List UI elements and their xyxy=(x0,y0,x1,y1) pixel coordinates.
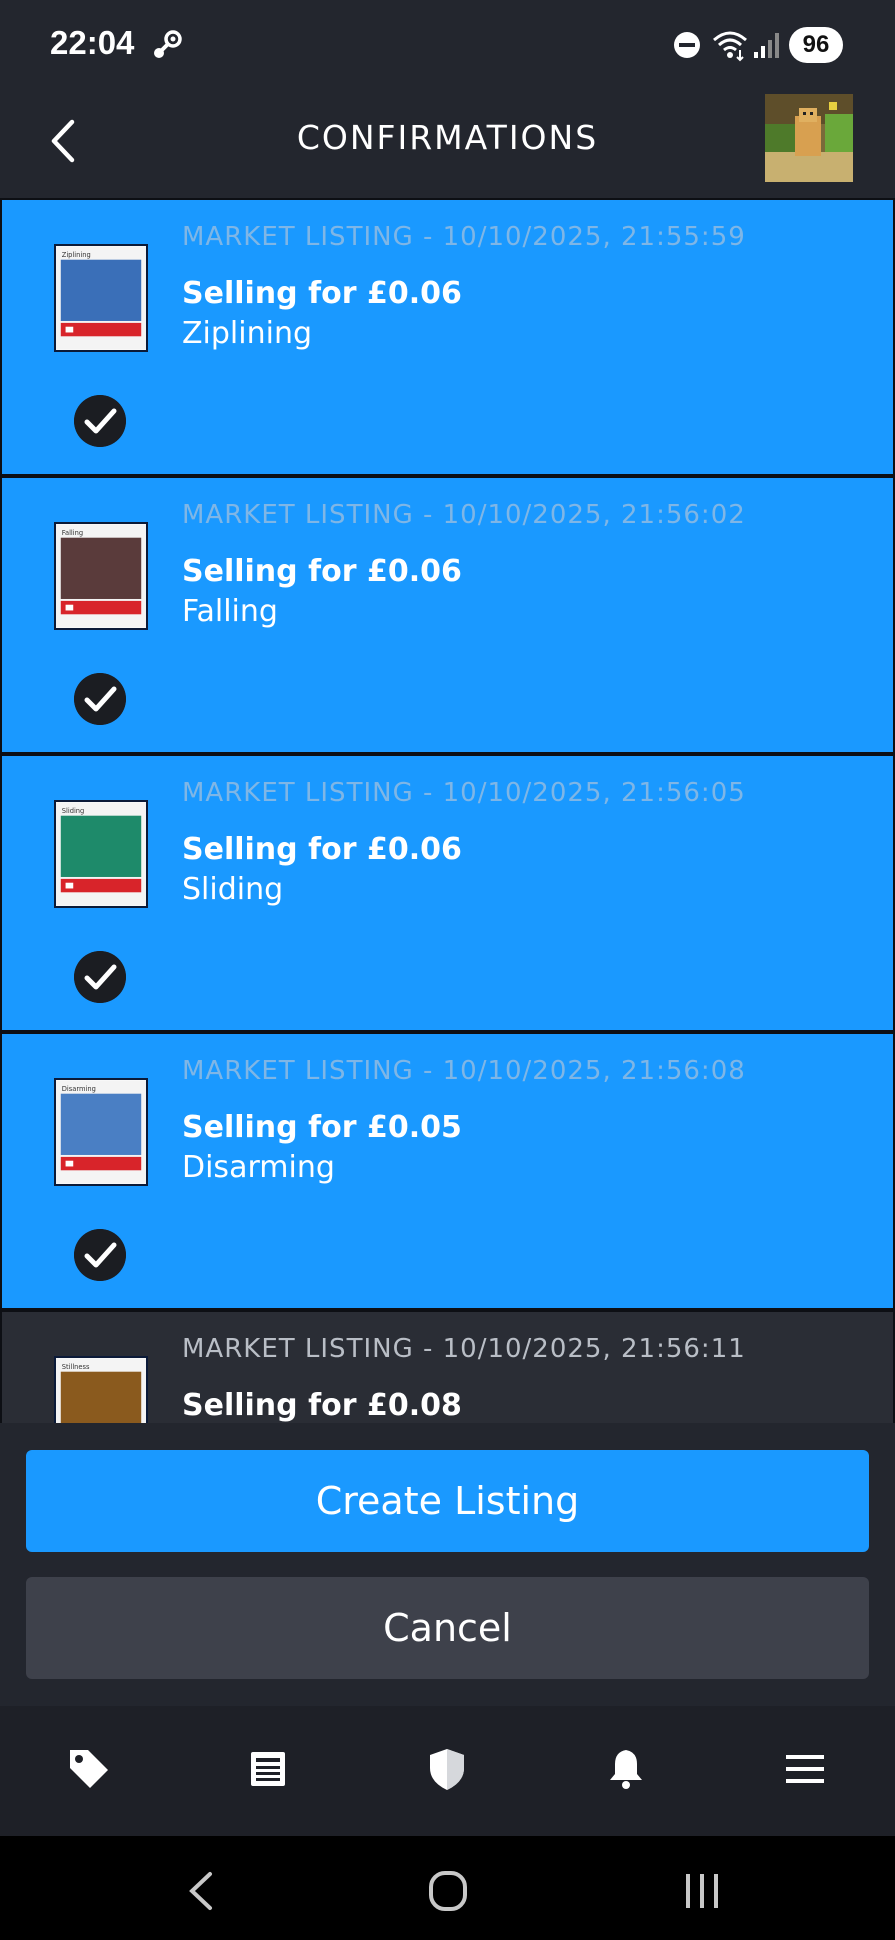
tab-menu[interactable] xyxy=(716,1706,895,1836)
tab-market[interactable] xyxy=(0,1706,179,1836)
thumbnail-label: Disarming xyxy=(62,1085,96,1093)
confirmation-card[interactable]: Sliding MARKET LISTING - 10/10/2025, 21:… xyxy=(0,754,895,1032)
menu-icon xyxy=(786,1755,824,1783)
system-nav-bar xyxy=(0,1836,895,1940)
listing-meta: MARKET LISTING - 10/10/2025, 21:56:05 xyxy=(182,778,746,808)
status-bar: 22:04 96 xyxy=(0,0,895,88)
news-icon xyxy=(251,1752,285,1786)
steam-icon xyxy=(154,30,182,58)
battery-badge: 96 xyxy=(789,27,843,63)
thumbnail-label: Falling xyxy=(62,529,83,537)
item-card-thumbnail: Disarming xyxy=(54,1078,148,1186)
page-title: CONFIRMATIONS xyxy=(296,118,599,157)
listing-price: Selling for £0.05 xyxy=(182,1110,462,1145)
item-card-thumbnail: Falling xyxy=(54,522,148,630)
status-time: 22:04 xyxy=(50,24,135,61)
item-card-thumbnail: Sliding xyxy=(54,800,148,908)
listing-price: Selling for £0.06 xyxy=(182,832,462,867)
nav-back-icon[interactable] xyxy=(172,1866,232,1916)
thumbnail-label: Ziplining xyxy=(62,251,91,259)
avatar[interactable] xyxy=(765,94,853,182)
listing-meta: MARKET LISTING - 10/10/2025, 21:55:59 xyxy=(182,222,746,252)
tag-icon xyxy=(70,1750,108,1788)
item-card-thumbnail: Ziplining xyxy=(54,244,148,352)
listing-item-name: Disarming xyxy=(182,1150,335,1185)
signal-icon xyxy=(754,33,779,58)
listing-price: Selling for £0.06 xyxy=(182,276,462,311)
listing-price: Selling for £0.08 xyxy=(182,1388,462,1423)
bottom-tab-bar xyxy=(0,1706,895,1836)
bell-icon xyxy=(610,1750,642,1789)
nav-home-icon[interactable] xyxy=(418,1866,478,1916)
item-card-thumbnail: Stillness xyxy=(54,1356,148,1423)
listing-meta: MARKET LISTING - 10/10/2025, 21:56:11 xyxy=(182,1334,746,1364)
thumbnail-label: Stillness xyxy=(62,1363,90,1371)
nav-recents-icon[interactable] xyxy=(672,1866,732,1916)
tab-news[interactable] xyxy=(179,1706,358,1836)
tab-guard[interactable] xyxy=(358,1706,537,1836)
confirmation-card[interactable]: Falling MARKET LISTING - 10/10/2025, 21:… xyxy=(0,476,895,754)
listing-price: Selling for £0.06 xyxy=(182,554,462,589)
wifi-icon xyxy=(713,31,747,62)
listing-item-name: Ziplining xyxy=(182,316,313,351)
thumbnail-label: Sliding xyxy=(62,807,85,815)
confirmation-card[interactable]: Stillness MARKET LISTING - 10/10/2025, 2… xyxy=(0,1310,895,1423)
cancel-button[interactable]: Cancel xyxy=(26,1577,869,1679)
listing-meta: MARKET LISTING - 10/10/2025, 21:56:08 xyxy=(182,1056,746,1086)
shield-icon xyxy=(430,1749,464,1790)
confirmation-card[interactable]: Disarming MARKET LISTING - 10/10/2025, 2… xyxy=(0,1032,895,1310)
checkmark-icon[interactable] xyxy=(74,951,126,1003)
confirmation-card[interactable]: Ziplining MARKET LISTING - 10/10/2025, 2… xyxy=(0,198,895,476)
app-header: CONFIRMATIONS xyxy=(0,88,895,198)
checkmark-icon[interactable] xyxy=(74,673,126,725)
listing-item-name: Sliding xyxy=(182,872,284,907)
listing-item-name: Falling xyxy=(182,594,278,629)
create-listing-button[interactable]: Create Listing xyxy=(26,1450,869,1552)
action-area: Create Listing Cancel xyxy=(0,1423,895,1706)
checkmark-icon[interactable] xyxy=(74,395,126,447)
do-not-disturb-icon xyxy=(674,32,700,58)
tab-notifications[interactable] xyxy=(537,1706,716,1836)
checkmark-icon[interactable] xyxy=(74,1229,126,1281)
listing-meta: MARKET LISTING - 10/10/2025, 21:56:02 xyxy=(182,500,746,530)
confirmation-list[interactable]: Ziplining MARKET LISTING - 10/10/2025, 2… xyxy=(0,198,895,1423)
